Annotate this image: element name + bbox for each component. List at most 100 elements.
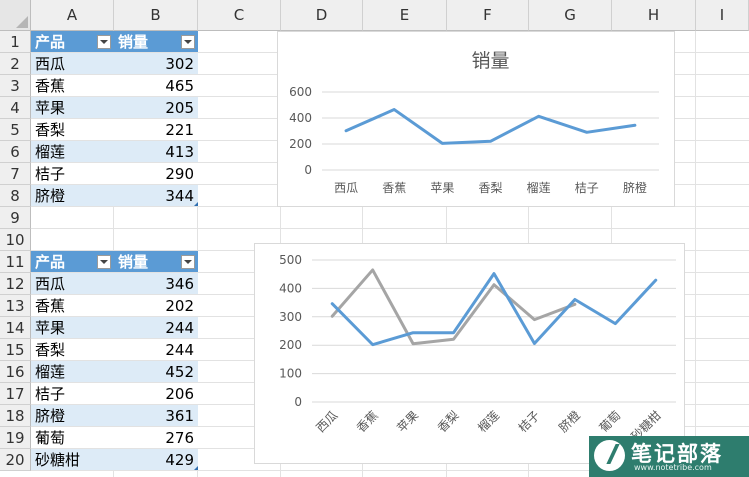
column-header-g[interactable]: G (529, 0, 612, 31)
table2-cell-product[interactable]: 砂糖柑 (31, 449, 114, 470)
column-header-b[interactable]: B (114, 0, 198, 31)
table2-cell-sales[interactable]: 361 (114, 405, 198, 426)
pencil-icon (594, 440, 625, 471)
table2-cell-sales[interactable]: 346 (114, 273, 198, 294)
x-tick-label: 苹果 (394, 408, 421, 435)
chart1-svg: 销量 0 200 400 600 西瓜 香蕉 苹果 香梨 榴莲 桔子 脐橙 (289, 50, 659, 195)
x-tick-label: 苹果 (430, 181, 454, 195)
table2-cell-product[interactable]: 桔子 (31, 383, 114, 404)
row-header-9[interactable]: 9 (0, 207, 31, 229)
table1-header-product[interactable]: 产品 (31, 31, 114, 52)
table2-cell-product[interactable]: 葡萄 (31, 427, 114, 448)
table1-cell-product[interactable]: 榴莲 (31, 141, 114, 162)
table1-cell-product[interactable]: 西瓜 (31, 53, 114, 74)
y-tick-label: 500 (279, 253, 302, 267)
comparison-line-chart[interactable]: 0 100 200 300 400 500 西瓜 香蕉 苹果 香梨 榴莲 桔子 脐橙 葡萄 砂糖柑 (254, 243, 685, 464)
table1-cell-product[interactable]: 苹果 (31, 97, 114, 118)
table2-cell-product[interactable]: 香梨 (31, 339, 114, 360)
table2-cell-sales[interactable]: 429 (114, 449, 198, 470)
chart-title: 销量 (471, 50, 509, 72)
row-header-4[interactable]: 4 (0, 97, 31, 119)
x-tick-label: 脐橙 (555, 408, 583, 436)
y-tick-label: 200 (289, 137, 312, 151)
table1-cell-product[interactable]: 桔子 (31, 163, 114, 184)
row-header-16[interactable]: 16 (0, 361, 31, 383)
table2-resize-handle[interactable] (194, 466, 198, 470)
table2-cell-product[interactable]: 西瓜 (31, 273, 114, 294)
row-header-18[interactable]: 18 (0, 405, 31, 427)
x-tick-label: 榴莲 (527, 181, 551, 195)
table2-header-sales[interactable]: 销量 (114, 251, 198, 272)
table1-cell-product[interactable]: 脐橙 (31, 185, 114, 206)
table2-cell-sales[interactable]: 276 (114, 427, 198, 448)
column-header-f[interactable]: F (447, 0, 529, 31)
row-header-11[interactable]: 11 (0, 251, 31, 273)
row-header-7[interactable]: 7 (0, 163, 31, 185)
table1-cell-sales[interactable]: 465 (114, 75, 198, 96)
table1-cell-product[interactable]: 香蕉 (31, 75, 114, 96)
column-header-c[interactable]: C (198, 0, 281, 31)
column-header-i[interactable]: I (696, 0, 749, 31)
row-header-2[interactable]: 2 (0, 53, 31, 75)
filter-dropdown-icon[interactable] (97, 255, 111, 269)
table2-cell-product[interactable]: 苹果 (31, 317, 114, 338)
y-tick-label: 600 (289, 85, 312, 99)
table2-cell-sales[interactable]: 206 (114, 383, 198, 404)
x-tick-label: 榴莲 (475, 408, 502, 435)
filter-dropdown-icon[interactable] (97, 35, 111, 49)
row-header-5[interactable]: 5 (0, 119, 31, 141)
logo-site: www.notetribe.com (634, 463, 712, 472)
column-header-d[interactable]: D (281, 0, 363, 31)
spreadsheet: ABCDEFGHI 1 2 3 4 5 6 7 8 9 10 11 12 13 14 15 16 17 18 19 2… (0, 0, 749, 477)
table2-cell-sales[interactable]: 244 (114, 317, 198, 338)
table1-resize-handle[interactable] (194, 202, 198, 206)
row-header-15[interactable]: 15 (0, 339, 31, 361)
row-header-3[interactable]: 3 (0, 75, 31, 97)
x-tick-label: 香梨 (478, 181, 502, 195)
column-header-h[interactable]: H (612, 0, 696, 31)
table2-cell-product[interactable]: 榴莲 (31, 361, 114, 382)
row-header-19[interactable]: 19 (0, 427, 31, 449)
x-tick-label: 香蕉 (382, 181, 406, 195)
table1-cell-sales[interactable]: 302 (114, 53, 198, 74)
table2-cell-sales[interactable]: 202 (114, 295, 198, 316)
x-tick-label: 西瓜 (334, 181, 358, 195)
table2-cell-product[interactable]: 香蕉 (31, 295, 114, 316)
table2-cell-product[interactable]: 脐橙 (31, 405, 114, 426)
gridline-v (695, 31, 696, 477)
y-tick-label: 400 (289, 111, 312, 125)
table2-header-product[interactable]: 产品 (31, 251, 114, 272)
column-header-e[interactable]: E (363, 0, 447, 31)
table2-cell-sales[interactable]: 244 (114, 339, 198, 360)
row-header-13[interactable]: 13 (0, 295, 31, 317)
table1-cell-sales[interactable]: 290 (114, 163, 198, 184)
y-tick-label: 400 (279, 281, 302, 295)
row-header-10[interactable]: 10 (0, 229, 31, 251)
notetribe-watermark: 笔记部落 www.notetribe.com (589, 436, 749, 477)
sales-line-chart[interactable]: 销量 0 200 400 600 西瓜 香蕉 苹果 香梨 榴莲 桔子 脐橙 (277, 31, 675, 207)
series-line-0[interactable] (344, 108, 637, 145)
row-header-8[interactable]: 8 (0, 185, 31, 207)
row-header-17[interactable]: 17 (0, 383, 31, 405)
filter-dropdown-icon[interactable] (181, 35, 195, 49)
chart2-svg: 0100200300400500西瓜 香蕉 苹果 香梨 榴莲 桔子 脐橙 葡萄 砂糖柑 (279, 253, 676, 444)
select-all-corner[interactable] (0, 0, 31, 31)
row-header-6[interactable]: 6 (0, 141, 31, 163)
filter-dropdown-icon[interactable] (181, 255, 195, 269)
y-tick-label: 200 (279, 338, 302, 352)
y-tick-label: 100 (279, 367, 302, 381)
table1-cell-sales[interactable]: 344 (114, 185, 198, 206)
table1-cell-sales[interactable]: 205 (114, 97, 198, 118)
table2-cell-sales[interactable]: 452 (114, 361, 198, 382)
table1-cell-sales[interactable]: 413 (114, 141, 198, 162)
table1-header-sales[interactable]: 销量 (114, 31, 198, 52)
table1-cell-sales[interactable]: 221 (114, 119, 198, 140)
row-header-20[interactable]: 20 (0, 449, 31, 471)
table1-cell-product[interactable]: 香梨 (31, 119, 114, 140)
row-header-12[interactable]: 12 (0, 273, 31, 295)
row-header-14[interactable]: 14 (0, 317, 31, 339)
column-header-a[interactable]: A (31, 0, 114, 31)
row-header-1[interactable]: 1 (0, 31, 31, 53)
x-tick-label: 脐橙 (623, 180, 647, 195)
x-tick-label: 香梨 (435, 408, 462, 435)
